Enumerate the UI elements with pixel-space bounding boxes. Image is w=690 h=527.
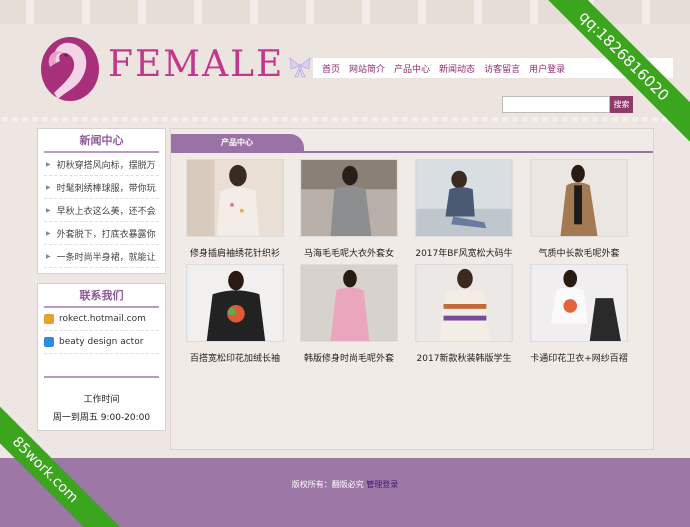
product-card[interactable]: 马海毛毛呢大衣外套女: [300, 159, 398, 259]
product-image: [415, 159, 513, 237]
nav-login[interactable]: 用户登录: [529, 62, 565, 75]
nav-about[interactable]: 网站简介: [349, 62, 385, 75]
product-card[interactable]: 卡通印花卫衣+网纱百褶: [530, 264, 628, 364]
search-button[interactable]: 搜索: [610, 96, 633, 113]
admin-login-link[interactable]: 管理登录: [366, 480, 398, 489]
product-card[interactable]: 气质中长款毛呢外套: [530, 159, 628, 259]
product-caption: 2017年BF风宽松大码牛: [415, 249, 513, 259]
scallop-divider: [0, 117, 690, 125]
contact-title: 联系我们: [44, 284, 159, 308]
product-card[interactable]: 韩版修身时尚毛呢外套: [300, 264, 398, 364]
product-image: [300, 264, 398, 342]
product-card[interactable]: 2017年BF风宽松大码牛: [415, 159, 513, 259]
contact-divider: [44, 376, 159, 378]
nav-guestbook[interactable]: 访客留言: [484, 62, 520, 75]
product-image: [300, 159, 398, 237]
contact-panel: 联系我们 rokect.hotmail.com beaty design act…: [37, 283, 166, 431]
contact-email[interactable]: rokect.hotmail.com: [44, 308, 159, 331]
news-item[interactable]: ▶ 一条时尚半身裙，就能让: [44, 245, 159, 268]
contact-skype[interactable]: beaty design actor: [44, 331, 159, 354]
arrow-right-icon: ▶: [46, 229, 51, 237]
nav-home[interactable]: 首页: [322, 62, 340, 75]
product-image: [186, 264, 284, 342]
product-image: [186, 159, 284, 237]
product-image: [530, 264, 628, 342]
product-card[interactable]: 2017新款秋装韩版学生: [415, 264, 513, 364]
product-caption: 卡通印花卫衣+网纱百褶: [530, 354, 628, 364]
tab-underline: [171, 151, 653, 153]
product-caption: 修身插肩袖绣花针织衫: [189, 249, 280, 259]
news-item[interactable]: ▶ 早秋上衣这么美，还不会: [44, 199, 159, 222]
product-card[interactable]: 修身插肩袖绣花针织衫: [186, 159, 284, 259]
news-item[interactable]: ▶ 初秋穿搭风向标，摆脱万: [44, 153, 159, 176]
product-caption: 马海毛毛呢大衣外套女: [303, 249, 394, 259]
nav-products[interactable]: 产品中心: [394, 62, 430, 75]
product-caption: 2017新款秋装韩版学生: [416, 354, 512, 364]
nav-news[interactable]: 新闻动态: [439, 62, 475, 75]
product-caption: 气质中长款毛呢外套: [538, 249, 620, 259]
product-caption: 百搭宽松印花加绒长袖: [189, 354, 280, 364]
product-image: [415, 264, 513, 342]
work-hours-value: 周一到周五 9:00-20:00: [52, 413, 151, 423]
product-center-tab[interactable]: 产品中心: [171, 134, 304, 152]
arrow-right-icon: ▶: [46, 206, 51, 214]
work-hours-label: 工作时间: [83, 395, 120, 405]
news-center-panel: 新闻中心 ▶ 初秋穿搭风向标，摆脱万 ▶ 时髦刺绣棒球服，带你玩 ▶ 早秋上衣这么美，…: [37, 128, 166, 274]
news-item[interactable]: ▶ 外套脱下，打底衣暴露你: [44, 222, 159, 245]
mail-icon: [44, 314, 54, 324]
search-input[interactable]: [502, 96, 610, 113]
arrow-right-icon: ▶: [46, 160, 51, 168]
news-center-title: 新闻中心: [44, 129, 159, 153]
news-item[interactable]: ▶ 时髦刺绣棒球服，带你玩: [44, 176, 159, 199]
arrow-right-icon: ▶: [46, 252, 51, 260]
bow-icon: [289, 57, 311, 78]
footer-copyright: 版权所有：翻版必究: [291, 480, 364, 489]
arrow-right-icon: ▶: [46, 183, 51, 191]
product-card[interactable]: 百搭宽松印花加绒长袖: [186, 264, 284, 364]
skype-icon: [44, 337, 54, 347]
flamingo-logo-icon: [41, 37, 99, 101]
product-image: [530, 159, 628, 237]
product-caption: 韩版修身时尚毛呢外套: [303, 354, 394, 364]
logo-text: FEMALE: [108, 44, 285, 85]
